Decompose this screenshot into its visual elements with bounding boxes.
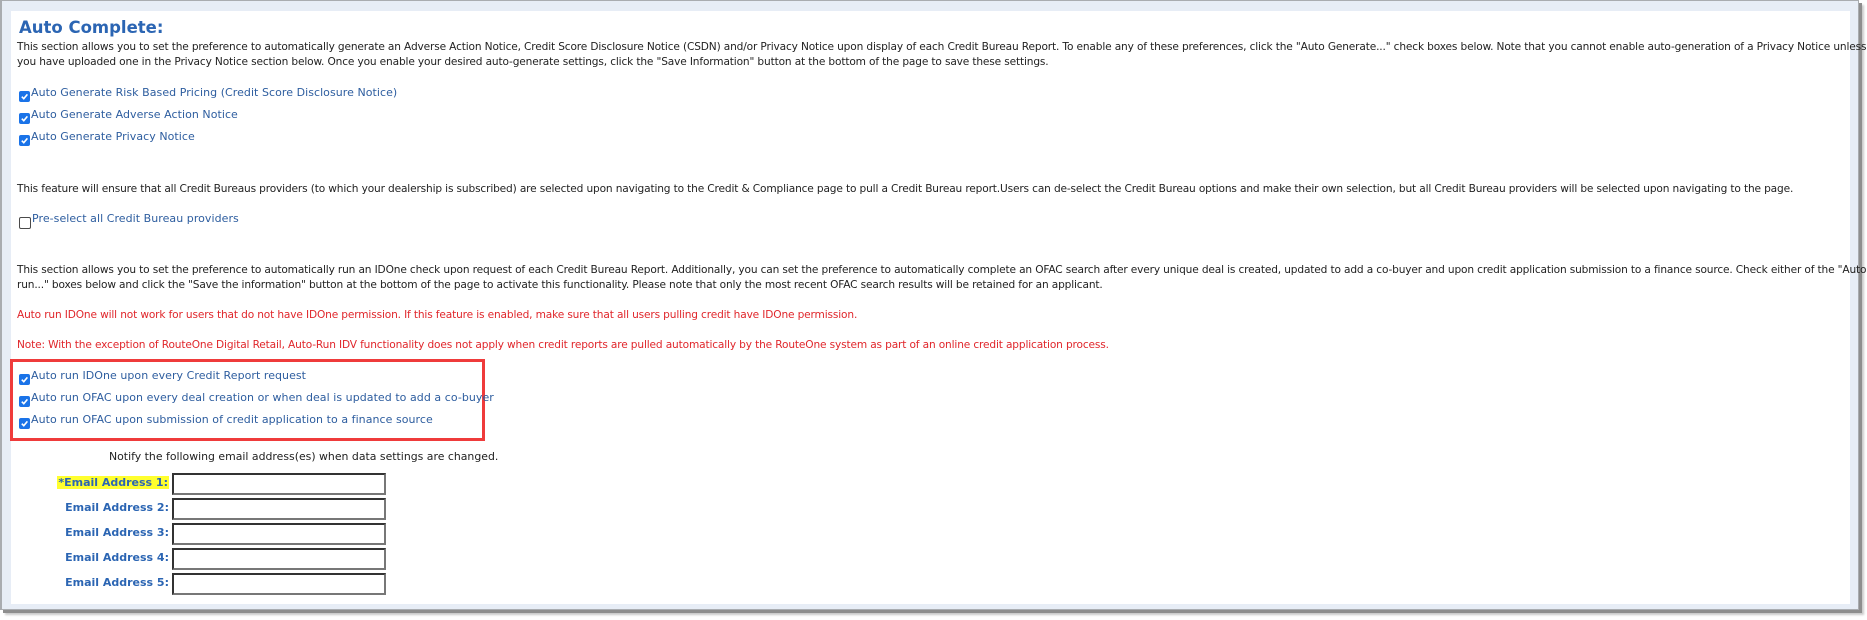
intro-text-line-2: you have uploaded one in the Privacy Not…: [17, 56, 1049, 68]
checkbox-checked-icon[interactable]: [19, 135, 30, 146]
email-3-label: Email Address 3:: [65, 526, 169, 539]
auto-generate-rbp-label[interactable]: Auto Generate Risk Based Pricing (Credit…: [31, 86, 397, 99]
auto-run-ofac-deal-option[interactable]: Auto run OFAC upon every deal creation o…: [19, 391, 494, 409]
checkbox-checked-icon[interactable]: [19, 418, 30, 429]
idone-permission-warning: Auto run IDOne will not work for users t…: [17, 309, 858, 321]
email-row-5: Email Address 5:: [11, 573, 391, 595]
checkbox-unchecked-icon[interactable]: [19, 217, 31, 229]
email-row-3: Email Address 3:: [11, 523, 391, 545]
checkbox-checked-icon[interactable]: [19, 91, 30, 102]
email-3-input[interactable]: [172, 523, 386, 545]
settings-frame: Auto Complete: This section allows you t…: [0, 0, 1867, 610]
intro-text-line-1: This section allows you to set the prefe…: [17, 41, 1867, 53]
email-5-label: Email Address 5:: [65, 576, 169, 589]
section-title: Auto Complete:: [19, 18, 164, 37]
notify-text: Notify the following email address(es) w…: [109, 450, 499, 463]
auto-complete-panel: Auto Complete: This section allows you t…: [10, 11, 1867, 604]
auto-run-ofac-credit-app-option[interactable]: Auto run OFAC upon submission of credit …: [19, 413, 433, 431]
email-2-input[interactable]: [172, 498, 386, 520]
checkbox-checked-icon[interactable]: [19, 396, 30, 407]
email-1-label: *Email Address 1:: [57, 476, 169, 489]
email-5-input[interactable]: [172, 573, 386, 595]
idone-description-line-2: run..." boxes below and click the "Save …: [17, 279, 1103, 291]
auto-run-idv-note: Note: With the exception of RouteOne Dig…: [17, 339, 1109, 351]
bureau-description: This feature will ensure that all Credit…: [17, 183, 1794, 195]
auto-generate-rbp-option[interactable]: Auto Generate Risk Based Pricing (Credit…: [19, 86, 397, 104]
email-row-4: Email Address 4:: [11, 548, 391, 570]
checkbox-checked-icon[interactable]: [19, 374, 30, 385]
checkbox-checked-icon[interactable]: [19, 113, 30, 124]
email-4-label: Email Address 4:: [65, 551, 169, 564]
email-4-input[interactable]: [172, 548, 386, 570]
email-row-2: Email Address 2:: [11, 498, 391, 520]
auto-run-idone-label[interactable]: Auto run IDOne upon every Credit Report …: [31, 369, 306, 382]
auto-run-ofac-credit-app-label[interactable]: Auto run OFAC upon submission of credit …: [31, 413, 433, 426]
auto-generate-adverse-action-option[interactable]: Auto Generate Adverse Action Notice: [19, 108, 238, 126]
idone-description-line-1: This section allows you to set the prefe…: [17, 264, 1867, 276]
preselect-bureaus-option[interactable]: Pre-select all Credit Bureau providers: [19, 212, 239, 230]
email-2-label: Email Address 2:: [65, 501, 169, 514]
auto-generate-privacy-option[interactable]: Auto Generate Privacy Notice: [19, 130, 195, 148]
email-row-1: *Email Address 1:: [11, 473, 391, 495]
auto-generate-adverse-action-label[interactable]: Auto Generate Adverse Action Notice: [31, 108, 238, 121]
auto-generate-privacy-label[interactable]: Auto Generate Privacy Notice: [31, 130, 195, 143]
auto-run-ofac-deal-label[interactable]: Auto run OFAC upon every deal creation o…: [31, 391, 494, 404]
preselect-bureaus-label[interactable]: Pre-select all Credit Bureau providers: [32, 212, 239, 225]
auto-run-idone-option[interactable]: Auto run IDOne upon every Credit Report …: [19, 369, 306, 387]
email-1-input[interactable]: [172, 473, 386, 495]
